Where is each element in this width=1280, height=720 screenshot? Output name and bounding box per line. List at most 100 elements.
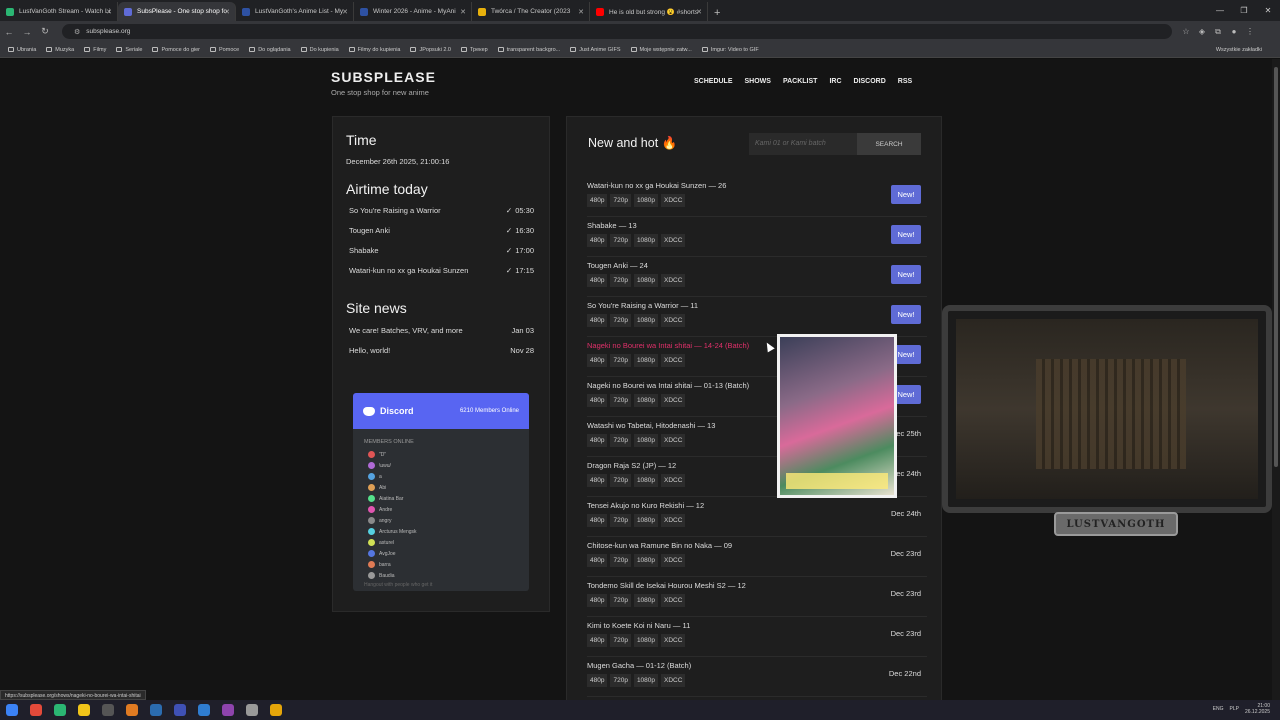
quality-link-1080p[interactable]: 1080p <box>633 194 659 207</box>
discord-member[interactable]: Abi <box>368 482 529 493</box>
tab-close-icon[interactable]: ✕ <box>342 8 348 16</box>
release-title[interactable]: Tougen Anki — 24 <box>587 261 648 270</box>
quality-link-1080p[interactable]: 1080p <box>633 394 659 407</box>
discord-member[interactable]: Baudia <box>368 570 529 581</box>
forward-icon[interactable]: → <box>18 27 36 37</box>
quality-link-xdcc[interactable]: XDCC <box>661 394 686 407</box>
start-icon[interactable] <box>6 704 18 716</box>
release-title[interactable]: Nageki no Bourei wa Intai shitai — 14-24… <box>587 341 749 350</box>
quality-link-480p[interactable]: 480p <box>587 474 608 487</box>
browser-tab[interactable]: He is old but strong 😮 #shorts ✕ <box>590 2 708 21</box>
release-title[interactable]: Watari-kun no xx ga Houkai Sunzen — 26 <box>587 181 726 190</box>
quality-link-720p[interactable]: 720p <box>610 674 631 687</box>
app-icon[interactable] <box>174 704 186 716</box>
app-icon[interactable] <box>54 704 66 716</box>
tab-close-icon[interactable]: ✕ <box>696 8 702 16</box>
bookmark-item[interactable]: Imgur: Video to GIF <box>701 47 759 53</box>
minimize-icon[interactable]: — <box>1208 0 1232 20</box>
steam-icon[interactable] <box>198 704 210 716</box>
discord-member[interactable]: angry <box>368 515 529 526</box>
release-title[interactable]: Kimi to Koete Koi ni Naru — 11 <box>587 621 690 630</box>
quality-link-720p[interactable]: 720p <box>610 474 631 487</box>
nav-schedule[interactable]: SCHEDULE <box>694 78 733 85</box>
quality-link-480p[interactable]: 480p <box>587 674 608 687</box>
back-icon[interactable]: ← <box>0 27 18 37</box>
browser-tab[interactable]: SubsPlease - One stop shop fo ✕ <box>118 2 236 21</box>
quality-link-720p[interactable]: 720p <box>610 394 631 407</box>
release-title[interactable]: Tensei Akujo no Kuro Rekishi — 12 <box>587 501 704 510</box>
quality-link-480p[interactable]: 480p <box>587 354 608 367</box>
bookmark-item[interactable]: Seriale <box>116 47 142 53</box>
release-title[interactable]: Watashi wo Tabetai, Hitodenashi — 13 <box>587 421 715 430</box>
release-title[interactable]: Tondemo Skill de Isekai Hourou Meshi S2 … <box>587 581 746 590</box>
url-field[interactable]: ⚙ subsplease.org <box>62 24 1172 39</box>
quality-link-480p[interactable]: 480p <box>587 594 608 607</box>
all-bookmarks[interactable]: Wszystkie zakładki <box>1216 47 1262 53</box>
chrome-icon[interactable] <box>30 704 42 716</box>
bookmark-item[interactable]: Pomoce <box>210 47 239 53</box>
tray-region[interactable]: PLP <box>1230 706 1239 712</box>
quality-link-480p[interactable]: 480p <box>587 394 608 407</box>
quality-link-480p[interactable]: 480p <box>587 434 608 447</box>
bookmark-item[interactable]: Do kupienia <box>300 47 339 53</box>
quality-link-720p[interactable]: 720p <box>610 314 631 327</box>
quality-link-720p[interactable]: 720p <box>610 514 631 527</box>
quality-link-480p[interactable]: 480p <box>587 234 608 247</box>
quality-link-xdcc[interactable]: XDCC <box>661 634 686 647</box>
quality-link-1080p[interactable]: 1080p <box>633 634 659 647</box>
discord-widget[interactable]: Discord 6210 Members Online MEMBERS ONLI… <box>353 393 529 591</box>
discord-member[interactable]: a <box>368 471 529 482</box>
app-icon[interactable] <box>246 704 258 716</box>
quality-link-xdcc[interactable]: XDCC <box>661 674 686 687</box>
quality-link-1080p[interactable]: 1080p <box>633 674 659 687</box>
quality-link-480p[interactable]: 480p <box>587 314 608 327</box>
site-logo[interactable]: SUBSPLEASE <box>331 69 436 85</box>
quality-link-480p[interactable]: 480p <box>587 194 608 207</box>
news-item[interactable]: Hello, world! Nov 28 <box>349 346 534 355</box>
airtime-row[interactable]: Shabake ✓ 17:00 <box>349 246 534 255</box>
maximize-icon[interactable]: ❐ <box>1232 0 1256 20</box>
quality-link-720p[interactable]: 720p <box>610 194 631 207</box>
folder-icon[interactable] <box>270 704 282 716</box>
new-tab-icon[interactable]: + <box>714 7 720 19</box>
tab-close-icon[interactable]: ✕ <box>460 8 466 16</box>
release-title[interactable]: So You're Raising a Warrior — 11 <box>587 301 698 310</box>
bookmark-item[interactable]: Pomoce do gier <box>152 47 200 53</box>
quality-link-1080p[interactable]: 1080p <box>633 434 659 447</box>
app-icon[interactable] <box>102 704 114 716</box>
bookmark-item[interactable]: Do oglądania <box>249 47 291 53</box>
quality-link-xdcc[interactable]: XDCC <box>661 594 686 607</box>
release-title[interactable]: Shabake — 13 <box>587 221 637 230</box>
site-info-icon[interactable]: ⚙ <box>74 28 80 36</box>
search-button[interactable]: SEARCH <box>857 133 921 155</box>
browser-tab[interactable]: LustVanGoth Stream - Watch Li ✕ <box>0 2 118 21</box>
release-title[interactable]: Dragon Raja S2 (JP) — 12 <box>587 461 676 470</box>
bookmark-item[interactable]: JPopsuki 2.0 <box>410 47 451 53</box>
quality-link-1080p[interactable]: 1080p <box>633 554 659 567</box>
bookmark-item[interactable]: Moje wstępnie zatw... <box>630 47 692 53</box>
extension-icon[interactable]: ◈ <box>1194 27 1210 37</box>
quality-link-xdcc[interactable]: XDCC <box>661 434 686 447</box>
quality-link-xdcc[interactable]: XDCC <box>661 274 686 287</box>
app-icon[interactable] <box>78 704 90 716</box>
tab-close-icon[interactable]: ✕ <box>224 8 230 16</box>
bookmark-item[interactable]: Filmy do kupienia <box>348 47 400 53</box>
nav-shows[interactable]: SHOWS <box>745 78 771 85</box>
bookmark-item[interactable]: Трекер <box>460 47 488 53</box>
quality-link-xdcc[interactable]: XDCC <box>661 474 686 487</box>
bookmark-item[interactable]: transparent backgro... <box>497 47 560 53</box>
bookmark-item[interactable]: Ubrania <box>8 47 36 53</box>
quality-link-xdcc[interactable]: XDCC <box>661 554 686 567</box>
quality-link-480p[interactable]: 480p <box>587 274 608 287</box>
release-title[interactable]: Nageki no Bourei wa Intai shitai — 01-13… <box>587 381 749 390</box>
extensions-puzzle-icon[interactable]: ⧉ <box>1210 27 1226 37</box>
quality-link-xdcc[interactable]: XDCC <box>661 194 686 207</box>
tray-lang[interactable]: ENG <box>1213 706 1224 712</box>
bookmark-star-icon[interactable]: ☆ <box>1178 27 1194 37</box>
quality-link-1080p[interactable]: 1080p <box>633 354 659 367</box>
release-title[interactable]: Chitose-kun wa Ramune Bin no Naka — 09 <box>587 541 732 550</box>
nav-rss[interactable]: RSS <box>898 78 912 85</box>
quality-link-720p[interactable]: 720p <box>610 434 631 447</box>
quality-link-480p[interactable]: 480p <box>587 554 608 567</box>
nav-packlist[interactable]: PACKLIST <box>783 78 817 85</box>
